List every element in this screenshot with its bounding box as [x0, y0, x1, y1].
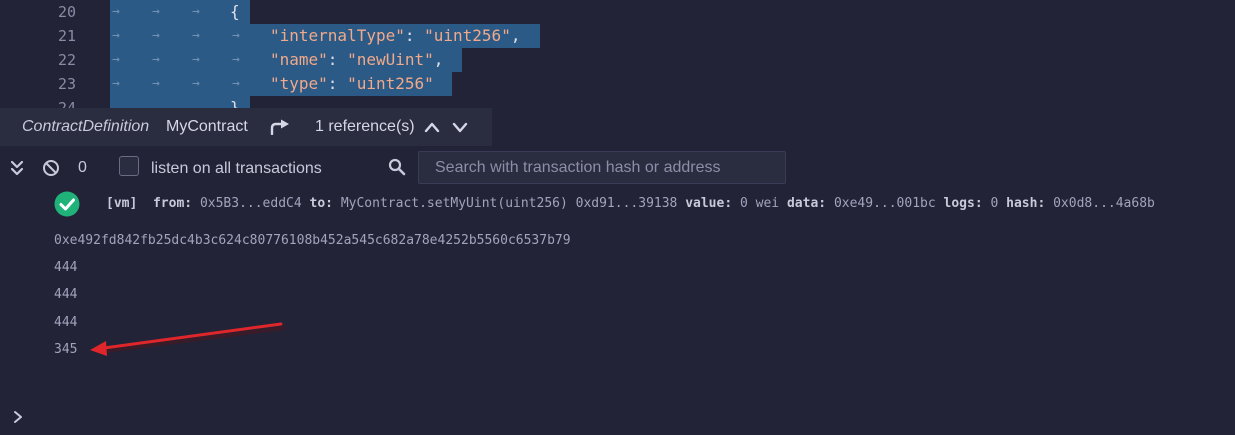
transaction-search-input[interactable] [418, 151, 786, 184]
tx-logs: 0 [990, 196, 999, 211]
whitespace-marker: → [192, 76, 200, 91]
whitespace-marker: → [232, 28, 240, 43]
clear-console-icon[interactable] [42, 159, 60, 177]
whitespace-marker: → [232, 52, 240, 67]
code-text: { [230, 2, 240, 21]
tx-data-label: data: [786, 196, 827, 211]
line-number: 20 [57, 3, 76, 21]
definition-kind: ContractDefinition [22, 118, 150, 135]
selection-highlight [110, 96, 250, 108]
prompt-chevron-icon[interactable] [13, 410, 23, 424]
tx-hash: 0x0d8...4a68b [1053, 196, 1155, 211]
whitespace-marker: → [112, 52, 120, 67]
code-text: "name": "newUint", [270, 48, 443, 72]
selection-highlight [110, 0, 250, 24]
code-text: } [230, 98, 240, 108]
definition-name[interactable]: MyContract [166, 108, 248, 146]
code-text: "internalType": "uint256", [270, 24, 520, 48]
whitespace-marker: → [112, 4, 120, 19]
line-number: 24 [57, 99, 76, 108]
success-check-icon [54, 191, 80, 217]
line-number: 23 [57, 75, 76, 93]
go-to-definition-icon[interactable] [270, 119, 290, 135]
json-trail: , [433, 50, 444, 69]
tx-from: 0x5B3...eddC4 [199, 196, 302, 211]
whitespace-marker: → [112, 76, 120, 91]
code-editor[interactable]: 20 → → → { 21 → → → → "internalType": "u… [0, 0, 1235, 108]
tx-to: MyContract.setMyUint(uint256) 0xd91...39… [340, 196, 678, 211]
tx-logs-label: logs: [943, 196, 983, 211]
whitespace-marker: → [152, 28, 160, 43]
console-output-line: 444 [54, 260, 78, 275]
tx-value-label: value: [685, 196, 733, 211]
json-value: "uint256" [424, 26, 511, 45]
chevron-up-icon[interactable] [424, 120, 440, 134]
json-separator: : [327, 50, 348, 69]
code-text: "type": "uint256" [270, 72, 434, 96]
whitespace-marker: → [112, 28, 120, 43]
references-count[interactable]: 1 reference(s) [315, 108, 415, 146]
code-line[interactable]: 23 → → → → "type": "uint256" [0, 72, 1235, 96]
json-key: "internalType" [270, 26, 405, 45]
console-output-line: 444 [54, 315, 78, 330]
chevron-down-icon[interactable] [452, 120, 468, 134]
line-number: 21 [57, 27, 76, 45]
code-line[interactable]: 21 → → → → "internalType": "uint256", [0, 24, 1235, 48]
json-trail: , [510, 26, 521, 45]
search-icon [388, 158, 406, 176]
listen-all-label: listen on all transactions [151, 160, 322, 177]
tx-env-tag: [vm] [106, 196, 138, 211]
json-separator: : [327, 74, 348, 93]
tx-to-label: to: [309, 196, 333, 211]
reference-peek-bar: ContractDefinition MyContract 1 referenc… [0, 108, 492, 146]
whitespace-marker: → [192, 52, 200, 67]
whitespace-marker: → [192, 28, 200, 43]
code-line[interactable]: 24 } [0, 96, 1235, 108]
listen-all-checkbox[interactable] [119, 156, 139, 176]
whitespace-marker: → [152, 52, 160, 67]
code-line[interactable]: 20 → → → { [0, 0, 1235, 24]
console-output-line: 0xe492fd842fb25dc4b3c624c80776108b452a54… [54, 233, 571, 248]
json-key: "type" [270, 74, 328, 93]
tx-from-label: from: [152, 196, 193, 211]
whitespace-marker: → [192, 4, 200, 19]
pending-transactions-count: 0 [78, 159, 87, 176]
double-chevron-down-icon[interactable] [10, 160, 24, 176]
whitespace-marker: → [232, 76, 240, 91]
tx-hash-label: hash: [1006, 196, 1046, 211]
tx-data: 0xe49...001bc [833, 196, 936, 211]
code-line[interactable]: 22 → → → → "name": "newUint", [0, 48, 1235, 72]
json-value: "newUint" [347, 50, 434, 69]
transaction-summary[interactable]: [vm] from: 0x5B3...eddC4 to: MyContract.… [106, 193, 1155, 215]
json-separator: : [404, 26, 425, 45]
json-value: "uint256" [347, 74, 434, 93]
whitespace-marker: → [152, 4, 160, 19]
console-output-line: 444 [54, 287, 78, 302]
whitespace-marker: → [152, 76, 160, 91]
console-output-line: 345 [54, 342, 78, 357]
tx-value: 0 wei [740, 196, 780, 211]
json-key: "name" [270, 50, 328, 69]
line-number: 22 [57, 51, 76, 69]
